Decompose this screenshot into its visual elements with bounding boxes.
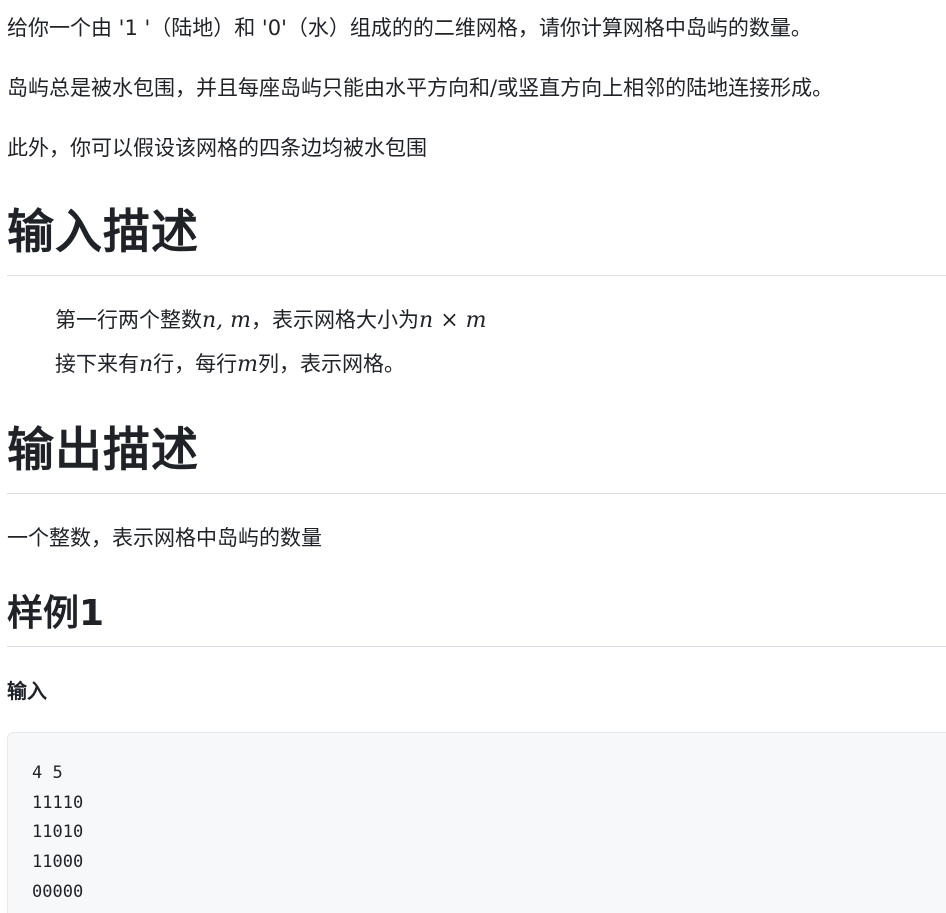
input-line-2: 接下来有n行，每行m列，表示网格。 — [55, 349, 405, 380]
math-m: m — [237, 352, 259, 377]
math-n-times-m: n × m — [419, 308, 487, 333]
code-line: 4 5 — [32, 763, 63, 783]
math-n-m: n, m — [202, 308, 252, 333]
input-line-2-text-c: 列，表示网格。 — [258, 352, 406, 376]
input-description-heading: 输入描述 — [7, 205, 199, 260]
input-line-1: 第一行两个整数n, m，表示网格大小为n × m — [55, 305, 487, 336]
input-line-2-text-b: 行，每行 — [153, 352, 238, 376]
code-line: 11010 — [32, 822, 84, 843]
output-description-text: 一个整数，表示网格中岛屿的数量 — [7, 526, 322, 550]
input-line-2-text-a: 接下来有 — [55, 352, 139, 376]
example-input-label: 输入 — [7, 679, 47, 703]
math-n: n — [139, 352, 154, 377]
heading-divider — [7, 646, 946, 647]
intro-paragraph-2: 岛屿总是被水包围，并且每座岛屿只能由水平方向和/或竖直方向上相邻的陆地连接形成。 — [7, 76, 834, 100]
input-line-1-text-2: ，表示网格大小为 — [251, 308, 420, 332]
heading-divider — [7, 493, 946, 494]
input-line-1-text: 第一行两个整数 — [55, 308, 202, 332]
code-line: 11000 — [32, 852, 84, 873]
intro-paragraph-1: 给你一个由 '1 '（陆地）和 '0'（水）组成的的二维网格，请你计算网格中岛屿… — [7, 16, 812, 40]
heading-divider — [7, 275, 946, 276]
code-line: 00000 — [32, 881, 84, 902]
intro-paragraph-3: 此外，你可以假设该网格的四条边均被水包围 — [7, 136, 427, 160]
example-heading: 样例1 — [7, 593, 105, 634]
code-line: 11110 — [32, 792, 84, 813]
output-description-heading: 输出描述 — [7, 423, 199, 478]
problem-document: 给你一个由 '1 '（陆地）和 '0'（水）组成的的二维网格，请你计算网格中岛屿… — [0, 0, 946, 913]
example-input-code-block[interactable]: 4 5 11110 11010 11000 00000 — [7, 732, 946, 913]
